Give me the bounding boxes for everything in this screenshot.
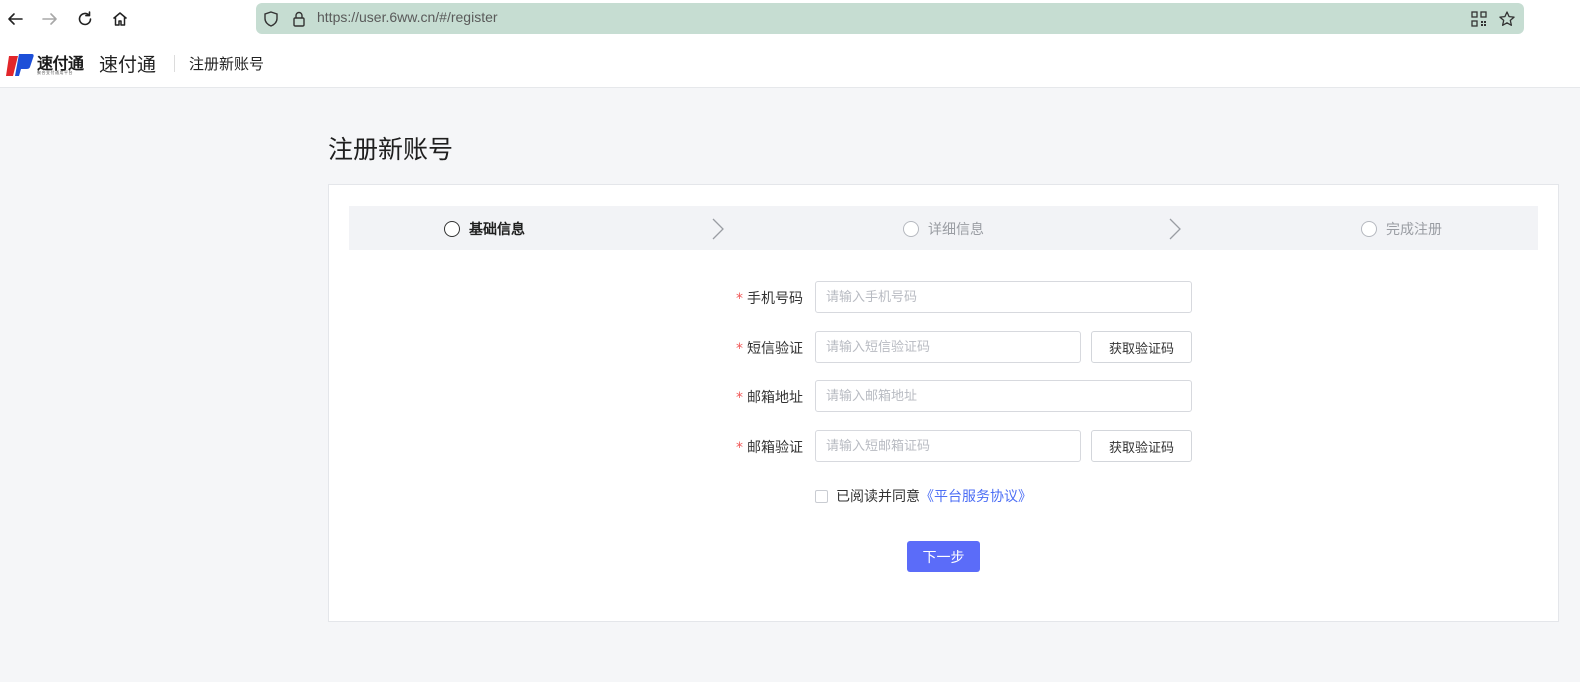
agreement-row: 已阅读并同意 《平台服务协议》 [815, 486, 1032, 506]
step-label: 完成注册 [1386, 222, 1442, 238]
email-code-label: * 邮箱验证 [736, 437, 803, 457]
url-text[interactable]: https://user.6ww.cn/#/register [317, 9, 498, 25]
sms-code-label-text: 短信验证 [747, 341, 803, 357]
forward-icon[interactable] [37, 6, 63, 32]
email-label-text: 邮箱地址 [747, 390, 803, 406]
sms-code-input[interactable] [815, 331, 1081, 363]
agreement-checkbox[interactable] [815, 489, 828, 503]
chevron-right-icon [712, 218, 724, 240]
sms-code-label: * 短信验证 [736, 338, 803, 358]
email-row: * 邮箱地址 [329, 380, 803, 412]
phone-input[interactable] [815, 281, 1192, 313]
phone-row: * 手机号码 [329, 281, 803, 313]
step-circle-icon [1361, 221, 1377, 237]
logo-icon [6, 54, 34, 76]
steps-bar: 基础信息 详细信息 完成注册 [349, 206, 1538, 250]
get-sms-code-button[interactable]: 获取验证码 [1091, 331, 1192, 363]
email-label: * 邮箱地址 [736, 387, 803, 407]
required-mark: * [736, 341, 743, 357]
browser-toolbar: https://user.6ww.cn/#/register [0, 0, 1580, 37]
back-icon[interactable] [2, 6, 28, 32]
reload-icon[interactable] [72, 6, 98, 32]
brand-name[interactable]: 速付通 [99, 50, 156, 77]
email-code-input[interactable] [815, 430, 1081, 462]
address-bar[interactable]: https://user.6ww.cn/#/register [256, 3, 1524, 34]
sms-code-row: * 短信验证 [329, 331, 803, 363]
logo-subtext: 聚合支付通用平台 [37, 70, 73, 75]
lock-icon[interactable] [290, 10, 308, 28]
header-title: 注册新账号 [189, 55, 265, 73]
step-circle-icon [903, 221, 919, 237]
bookmark-star-icon[interactable] [1498, 10, 1516, 28]
header-divider [174, 55, 175, 72]
step-complete: 完成注册 [1361, 219, 1442, 239]
chevron-right-icon [1169, 218, 1181, 240]
agreement-text: 已阅读并同意 [836, 489, 920, 505]
step-label: 基础信息 [469, 222, 525, 238]
required-mark: * [736, 291, 743, 307]
email-code-label-text: 邮箱验证 [747, 440, 803, 456]
next-step-button[interactable]: 下一步 [907, 541, 980, 572]
step-basic-info: 基础信息 [444, 219, 525, 239]
qr-code-icon[interactable] [1470, 10, 1488, 28]
home-icon[interactable] [107, 6, 133, 32]
phone-label: * 手机号码 [736, 288, 803, 308]
step-detail-info: 详细信息 [903, 219, 984, 239]
register-card: 基础信息 详细信息 完成注册 *手机号码 *短信验证 获取验证码 *邮箱地址 *… [328, 184, 1559, 622]
required-mark: * [736, 390, 743, 406]
email-code-row: * 邮箱验证 [329, 430, 803, 462]
step-circle-icon [444, 221, 460, 237]
agreement-link[interactable]: 《平台服务协议》 [920, 486, 1032, 506]
step-label: 详细信息 [928, 222, 984, 238]
phone-label-text: 手机号码 [747, 291, 803, 307]
shield-icon[interactable] [262, 10, 280, 28]
get-email-code-button[interactable]: 获取验证码 [1091, 430, 1192, 462]
page-title: 注册新账号 [328, 135, 454, 164]
email-input[interactable] [815, 380, 1192, 412]
site-header: 速付通 聚合支付通用平台 速付通 注册新账号 [0, 37, 1580, 88]
required-mark: * [736, 440, 743, 456]
